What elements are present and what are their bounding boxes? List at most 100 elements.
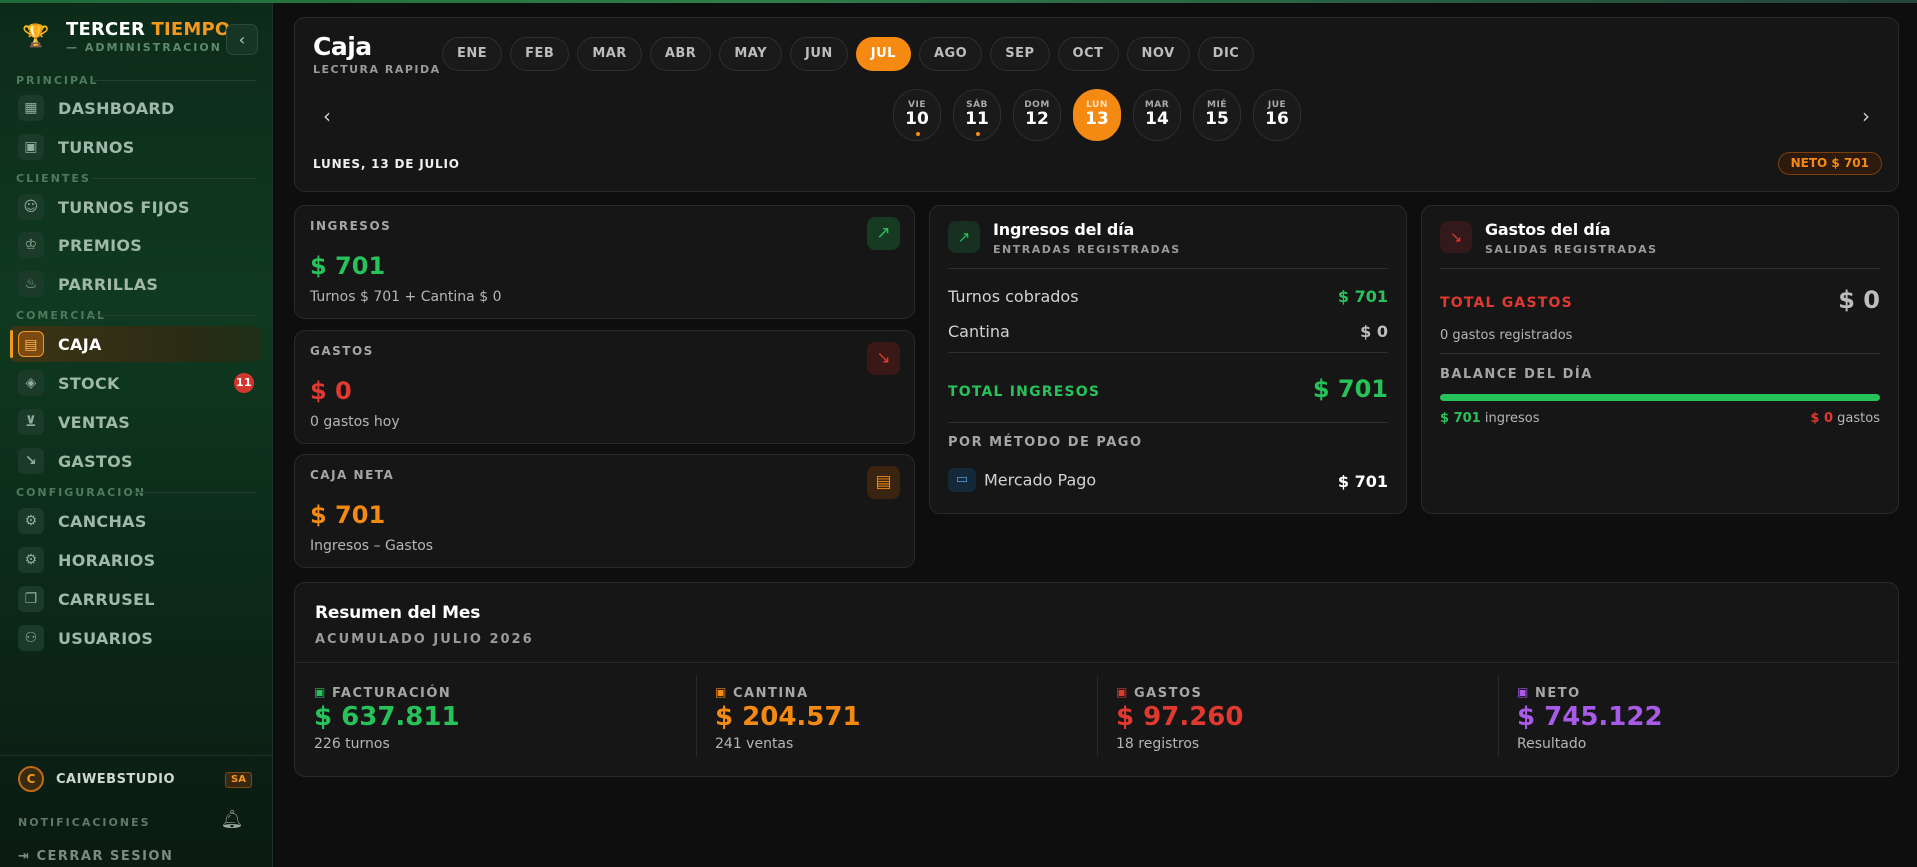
user-name: CAIWEBSTUDIO xyxy=(56,772,176,787)
sidebar-item-usuarios[interactable]: ⚇ USUARIOS xyxy=(10,620,262,656)
sidebar-item-turnos[interactable]: ▣ TURNOS xyxy=(10,129,262,165)
gear-icon: ⚙ xyxy=(18,508,44,534)
sidebar-item-horarios[interactable]: ⚙ HORARIOS xyxy=(10,542,262,578)
caja-header: Caja LECTURA RAPIDA ENE FEB MAR ABR MAY JUN JU… xyxy=(294,17,1899,192)
selected-date-label: LUNES, 13 DE JULIO xyxy=(313,157,460,171)
stat-value: $ 0 xyxy=(310,377,352,405)
day-button-14[interactable]: MAR 14 xyxy=(1133,89,1181,141)
stat-title: INGRESOS xyxy=(310,219,392,233)
wallet-icon: ▤ xyxy=(18,331,44,357)
month-tab-may[interactable]: MAY xyxy=(719,37,782,71)
month-tab-ene[interactable]: ENE xyxy=(442,37,503,71)
logout-icon: ⇥ xyxy=(18,849,31,864)
month-tab-nov[interactable]: NOV xyxy=(1126,37,1190,71)
sidebar-item-stock[interactable]: ◈ STOCK 11 xyxy=(10,365,262,401)
arrow-up-right-icon: ↗ xyxy=(948,221,980,253)
activity-dot xyxy=(916,132,920,136)
divider xyxy=(0,755,272,756)
wallet-icon: ▣ xyxy=(1517,685,1529,699)
divider xyxy=(295,662,1898,663)
sidebar-item-premios[interactable]: ♔ PREMIOS xyxy=(10,227,262,263)
day-number: 11 xyxy=(965,109,989,129)
receipt-icon: ▣ xyxy=(1116,685,1128,699)
day-selector: VIE 10 SÁB 11 DOM 12 LUN 13 MAR 14 MIÉ 15 JUE 16 xyxy=(893,89,1301,141)
month-tab-feb[interactable]: FEB xyxy=(510,37,570,71)
brand-title: TERCER TIEMPO xyxy=(66,19,231,40)
kpi-facturacion: ▣ FACTURACIÓN $ 637.811 226 turnos xyxy=(314,685,460,752)
month-tab-mar[interactable]: MAR xyxy=(577,37,642,71)
payment-method-row: ▭ Mercado Pago $ 701 xyxy=(948,468,1388,492)
bell-icon[interactable]: 🔔︎ xyxy=(220,809,244,833)
divider xyxy=(1498,676,1499,756)
stat-title: GASTOS xyxy=(310,344,374,358)
page-title: Caja xyxy=(313,32,372,61)
role-badge: SA xyxy=(225,772,252,788)
day-number: 10 xyxy=(905,109,929,129)
card-title: Resumen del Mes xyxy=(315,603,481,623)
sidebar-item-carrusel[interactable]: ❐ CARRUSEL xyxy=(10,581,262,617)
prev-days-button[interactable]: ‹ xyxy=(317,106,337,126)
divider xyxy=(92,178,256,179)
activity-dot xyxy=(976,132,980,136)
neto-pill: NETO $ 701 xyxy=(1777,152,1882,175)
month-tab-sep[interactable]: SEP xyxy=(990,37,1050,71)
page-subtitle: LECTURA RAPIDA xyxy=(313,63,441,76)
chevron-left-icon: ‹ xyxy=(323,104,331,128)
divider xyxy=(1440,268,1880,269)
stat-value: $ 701 xyxy=(310,501,386,529)
balance-legend: $ 701 ingresos $ 0 gastos xyxy=(1440,411,1880,426)
balance-bar xyxy=(1440,394,1880,401)
day-button-16[interactable]: JUE 16 xyxy=(1253,89,1301,141)
logout-link[interactable]: ⇥ CERRAR SESION xyxy=(18,849,173,864)
stat-title: CAJA NETA xyxy=(310,468,395,482)
day-button-12[interactable]: DOM 12 xyxy=(1013,89,1061,141)
sidebar-item-canchas[interactable]: ⚙ CANCHAS xyxy=(10,503,262,539)
total-gastos-row: TOTAL GASTOS $ 0 xyxy=(1440,286,1880,314)
collapse-sidebar-button[interactable]: ‹ xyxy=(226,24,258,55)
month-selector: ENE FEB MAR ABR MAY JUN JUL AGO SEP OCT NOV DIC xyxy=(442,37,1255,71)
trend-up-icon: ↗ xyxy=(867,217,900,250)
user-profile[interactable]: C CAIWEBSTUDIO SA xyxy=(10,760,262,798)
month-tab-jul[interactable]: JUL xyxy=(855,37,911,71)
sidebar-item-caja[interactable]: ▤ CAJA xyxy=(10,326,262,362)
card-title: Gastos del día xyxy=(1485,220,1611,239)
cart-icon: ⊻ xyxy=(18,409,44,435)
divider xyxy=(696,676,697,756)
kpi-neto: ▣ NETO $ 745.122 Resultado xyxy=(1517,685,1663,752)
month-tab-abr[interactable]: ABR xyxy=(649,37,712,71)
month-tab-oct[interactable]: OCT xyxy=(1057,37,1119,71)
card-title: Ingresos del día xyxy=(993,220,1135,239)
section-label-principal: PRINCIPAL xyxy=(16,74,99,87)
trophy-icon: ♔ xyxy=(18,232,44,258)
day-button-10[interactable]: VIE 10 xyxy=(893,89,941,141)
day-button-15[interactable]: MIÉ 15 xyxy=(1193,89,1241,141)
divider xyxy=(1440,353,1880,354)
resumen-mes-card: Resumen del Mes ACUMULADO JULIO 2026 ▣ F… xyxy=(294,582,1899,777)
divider xyxy=(948,352,1388,353)
credit-card-icon: ▭ xyxy=(948,468,976,492)
sidebar-item-parrillas[interactable]: ♨ PARRILLAS xyxy=(10,266,262,302)
wallet-icon: ▤ xyxy=(867,466,900,499)
day-button-13[interactable]: LUN 13 xyxy=(1073,89,1121,141)
trophy-logo-icon: 🏆 xyxy=(22,24,50,49)
divider xyxy=(948,422,1388,423)
month-tab-dic[interactable]: DIC xyxy=(1197,37,1255,71)
divider xyxy=(1097,676,1098,756)
day-button-11[interactable]: SÁB 11 xyxy=(953,89,1001,141)
month-tab-ago[interactable]: AGO xyxy=(918,37,983,71)
ingresos-dia-card: ↗ Ingresos del día ENTRADAS REGISTRADAS … xyxy=(929,205,1407,514)
balance-title: BALANCE DEL DÍA xyxy=(1440,367,1593,382)
ingresos-stat-card: INGRESOS $ 701 Turnos $ 701 + Cantina $ … xyxy=(294,205,915,319)
stat-subtext: 0 gastos hoy xyxy=(310,414,400,430)
caja-neta-stat-card: CAJA NETA $ 701 Ingresos – Gastos ▤ xyxy=(294,454,915,568)
sidebar-item-ventas[interactable]: ⊻ VENTAS xyxy=(10,404,262,440)
stock-count-badge: 11 xyxy=(234,373,254,393)
next-days-button[interactable]: › xyxy=(1856,106,1876,126)
chevron-right-icon: › xyxy=(1862,104,1870,128)
sidebar-item-dashboard[interactable]: ▦ DASHBOARD xyxy=(10,90,262,126)
section-label-clientes: CLIENTES xyxy=(16,172,91,185)
sidebar-item-turnos-fijos[interactable]: ☺ TURNOS FIJOS xyxy=(10,189,262,225)
month-tab-jun[interactable]: JUN xyxy=(789,37,848,71)
row-turnos-cobrados: Turnos cobrados $ 701 xyxy=(948,287,1388,306)
sidebar-item-gastos[interactable]: ↘ GASTOS xyxy=(10,443,262,479)
